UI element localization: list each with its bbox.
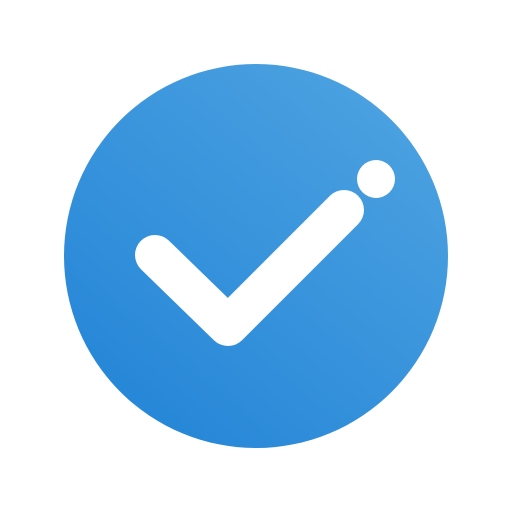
app-icon-canvas [0,0,512,512]
checkmark-circle-icon [64,64,448,448]
checkmark-dot [357,160,395,198]
icon-circle-background [64,64,448,448]
